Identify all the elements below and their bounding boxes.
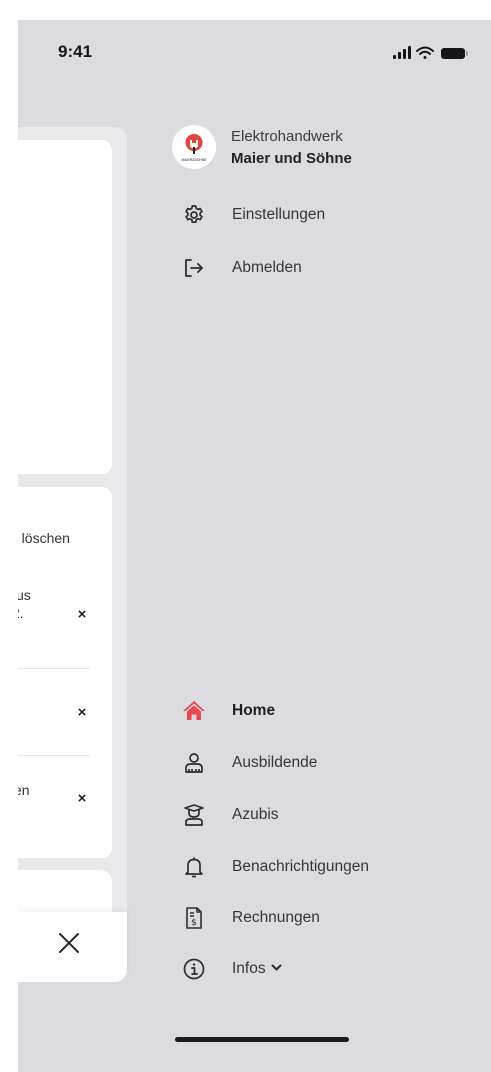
remove-button[interactable]: × [74, 790, 90, 807]
info-icon [182, 957, 206, 981]
logo-caption: MAIER&SÖHNE [181, 158, 207, 162]
remove-button[interactable]: × [74, 606, 90, 623]
status-icons [393, 46, 475, 60]
menu-item-label: Rechnungen [232, 909, 320, 926]
list-item-text: en [18, 782, 30, 798]
list-item-text: e löschen [18, 530, 70, 546]
company-subtitle: Elektrohandwerk [231, 128, 343, 145]
background-card [18, 140, 112, 474]
menu-item-label: Einstellungen [232, 206, 326, 223]
list-item-text: 2. [18, 605, 24, 621]
menu-item-label: Ausbildende [232, 754, 318, 771]
close-icon[interactable] [56, 930, 82, 956]
status-time: 9:41 [58, 42, 93, 61]
chevron-down-icon[interactable] [271, 964, 282, 972]
menu-item-label: Abmelden [232, 259, 302, 276]
divider [18, 668, 90, 669]
home-icon [182, 699, 206, 723]
menu-item-label: Home [232, 702, 276, 719]
invoice-icon: $ [182, 906, 206, 930]
wifi-icon [416, 46, 434, 59]
home-indicator[interactable] [175, 1037, 349, 1042]
company-logo: MAIER&SÖHNE [172, 125, 216, 169]
gear-icon [182, 203, 206, 227]
list-item-text: us [18, 587, 31, 603]
background-list-card: e löschen us 2. × × en × [18, 487, 112, 858]
close-bar [18, 912, 127, 982]
menu-item-label-text: Infos [232, 960, 266, 977]
logout-icon [182, 256, 206, 280]
bell-icon [182, 855, 206, 879]
remove-button[interactable]: × [74, 704, 90, 721]
menu-item-label: Benachrichtigungen [232, 858, 370, 875]
battery-icon [441, 48, 468, 59]
graduate-icon [182, 803, 206, 827]
cellular-signal-icon [393, 46, 411, 59]
menu-item-label: Infos [232, 960, 282, 978]
company-name: Maier und Söhne [231, 150, 352, 167]
svg-text:$: $ [191, 918, 197, 928]
menu-item-label: Azubis [232, 806, 279, 823]
trainer-icon [182, 751, 206, 775]
divider [18, 755, 90, 756]
app-screen: 9:41 e löschen us 2. × [18, 20, 491, 1072]
